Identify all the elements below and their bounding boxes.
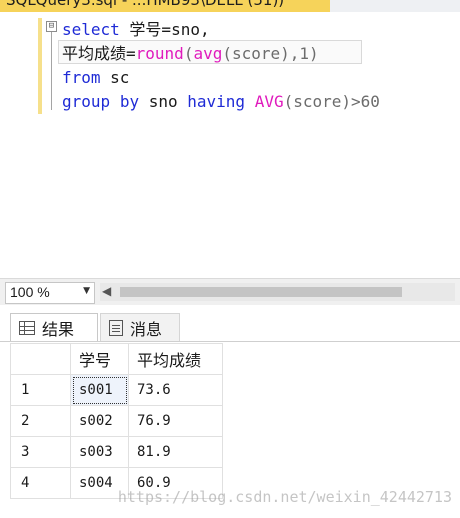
chevron-down-icon[interactable]: ▼ <box>83 286 90 296</box>
row-number[interactable]: 2 <box>10 405 71 437</box>
column-header-student-id[interactable]: 学号 <box>70 343 129 375</box>
results-tab-bar: 结果 消息 <box>0 305 460 342</box>
change-tracking-bar <box>38 18 42 114</box>
code-line[interactable]: from sc <box>62 66 129 90</box>
tab-strip: SQLQuery3.sql - ...HMB93\DELL (51)) <box>0 0 460 12</box>
code-token: group <box>62 92 111 111</box>
table-row: 3 s003 81.9 <box>10 436 223 468</box>
code-token: from <box>62 68 101 87</box>
query-editor[interactable]: ⊟ select 学号=sno, 平均成绩=round(avg(score),1)… <box>0 12 460 278</box>
code-token: (score),1) <box>222 44 319 63</box>
scrollbar-thumb[interactable] <box>120 287 402 297</box>
grid-cell[interactable]: 76.9 <box>128 405 223 437</box>
grid-icon <box>19 320 35 335</box>
code-line[interactable]: select 学号=sno, <box>62 18 210 42</box>
table-row: 1 s001 73.6 <box>10 374 223 406</box>
results-grid: 学号 平均成绩 1 s001 73.6 2 s002 76.9 3 s003 8… <box>10 343 223 499</box>
editor-margin <box>0 12 32 278</box>
code-token: (score)>60 <box>283 92 380 111</box>
zoom-dropdown[interactable]: 100 % ▼ <box>5 282 95 304</box>
tab-messages-label: 消息 <box>130 319 163 339</box>
grid-cell[interactable]: s002 <box>70 405 129 437</box>
row-number[interactable]: 3 <box>10 436 71 468</box>
code-token: ( <box>183 44 194 63</box>
table-row: 2 s002 76.9 <box>10 405 223 437</box>
code-token: having <box>187 92 246 111</box>
row-number[interactable]: 1 <box>10 374 71 406</box>
code-token: select <box>62 20 120 39</box>
scroll-left-icon[interactable]: ◀ <box>102 284 111 298</box>
zoom-value: 100 % <box>10 284 50 300</box>
outline-guide-line <box>51 32 52 110</box>
code-line[interactable]: group by sno having AVG(score)>60 <box>62 90 380 114</box>
tab-results[interactable]: 结果 <box>10 313 98 341</box>
code-line[interactable]: 平均成绩=round(avg(score),1) <box>62 42 319 66</box>
code-token: avg <box>193 44 223 63</box>
grid-cell[interactable]: 81.9 <box>128 436 223 468</box>
code-token: round <box>135 44 184 63</box>
code-token: 平均成绩= <box>62 44 136 63</box>
code-token: sno <box>139 92 188 111</box>
document-tab[interactable]: SQLQuery3.sql - ...HMB93\DELL (51)) <box>0 0 330 12</box>
code-token: AVG <box>254 92 284 111</box>
messages-icon <box>109 319 123 336</box>
column-header-average-score[interactable]: 平均成绩 <box>128 343 223 375</box>
grid-cell[interactable]: s003 <box>70 436 129 468</box>
watermark: https://blog.csdn.net/weixin_42442713 <box>117 488 452 506</box>
grid-header-row: 学号 平均成绩 <box>10 343 223 375</box>
document-tab-title: SQLQuery3.sql - ...HMB93\DELL (51)) <box>6 0 285 9</box>
grid-cell[interactable]: s001 <box>70 374 129 406</box>
tab-results-label: 结果 <box>42 319 75 339</box>
editor-status-row: 100 % ▼ ◀ <box>0 278 460 305</box>
horizontal-scrollbar[interactable]: ◀ <box>100 283 455 301</box>
code-token: 学号=sno, <box>119 20 210 39</box>
grid-cell[interactable]: 73.6 <box>128 374 223 406</box>
collapse-outline-icon[interactable]: ⊟ <box>46 21 57 32</box>
code-token: sc <box>100 68 130 87</box>
row-number-header[interactable] <box>10 343 71 375</box>
row-number[interactable]: 4 <box>10 467 71 499</box>
code-token: by <box>119 92 140 111</box>
tab-messages[interactable]: 消息 <box>100 313 180 341</box>
